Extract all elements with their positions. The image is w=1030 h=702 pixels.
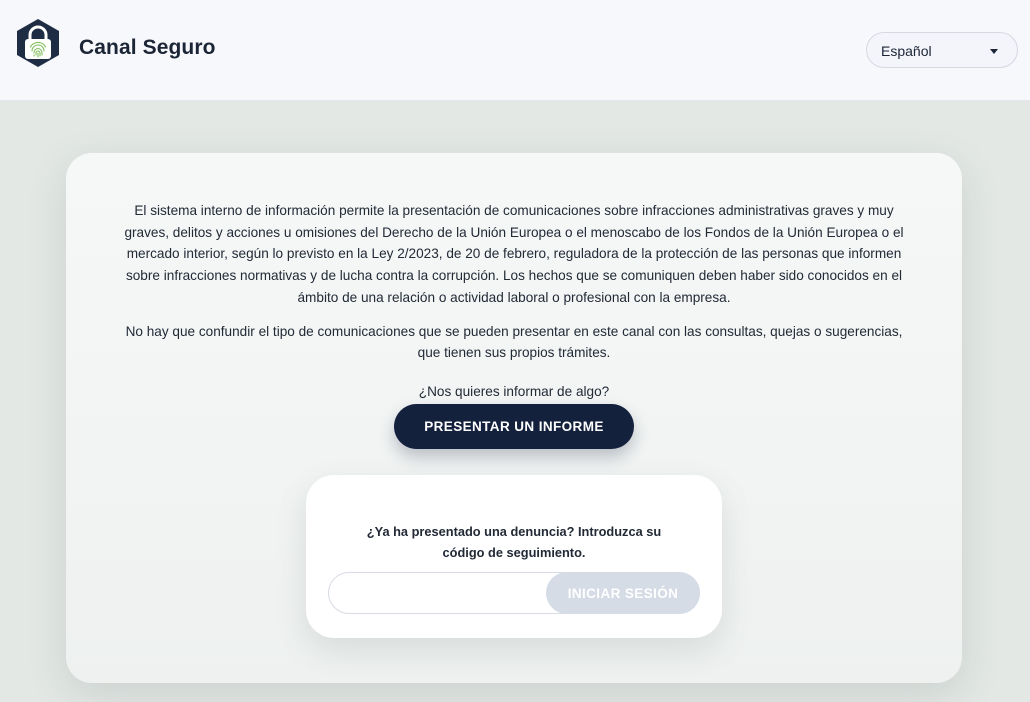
language-selected-label: Español — [881, 43, 932, 59]
login-button[interactable]: INICIAR SESIÓN — [546, 572, 700, 614]
padlock-fingerprint-icon — [16, 18, 60, 68]
main-card: El sistema interno de información permit… — [66, 153, 962, 683]
tracking-code-prompt: ¿Ya ha presentado una denuncia? Introduz… — [366, 524, 662, 560]
brand-name: Canal Seguro — [79, 36, 216, 59]
language-select[interactable]: Español — [866, 32, 1018, 68]
top-header: Canal Seguro Español — [0, 0, 1030, 101]
caret-down-icon — [990, 49, 998, 54]
cta-question: ¿Nos quieres informar de algo? — [418, 384, 610, 399]
submit-report-button[interactable]: PRESENTAR UN INFORME — [394, 404, 634, 449]
intro-paragraph: El sistema interno de información permit… — [124, 203, 904, 305]
intro-paragraph: No hay que confundir el tipo de comunica… — [125, 323, 903, 361]
intro-text: El sistema interno de información permit… — [114, 200, 914, 364]
tracking-login-box: ¿Ya ha presentado una denuncia? Introduz… — [306, 475, 722, 638]
